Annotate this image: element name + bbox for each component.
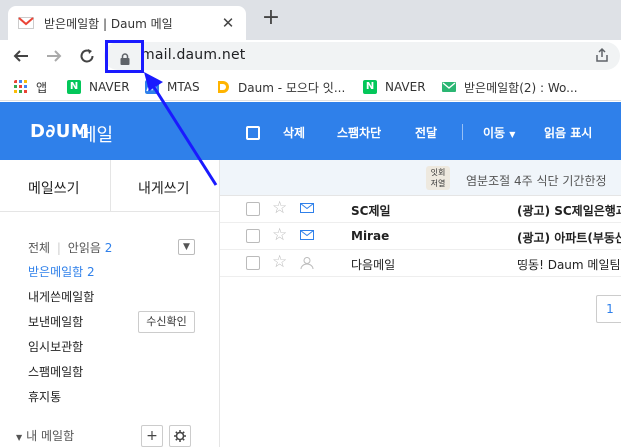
gear-icon: [174, 430, 186, 442]
forward-arrow-icon: [47, 50, 62, 62]
compose-self-button[interactable]: 내게쓰기: [138, 178, 190, 198]
mark-read-button[interactable]: 읽음 표시: [544, 124, 592, 141]
bookmark-inbox[interactable]: 받은메일함(2) : Wo...: [442, 78, 578, 96]
daum-icon: [218, 81, 229, 93]
folder-count: 2: [87, 265, 95, 279]
row-checkbox[interactable]: [246, 256, 260, 270]
browser-toolbar: [0, 40, 621, 72]
read-receipt-button[interactable]: 수신확인: [138, 311, 195, 333]
folder-trash[interactable]: 휴지통: [28, 388, 61, 405]
reload-icon: [80, 49, 94, 63]
naver-icon: N: [67, 80, 81, 94]
tab-strip: 받은메일함 | Daum 메일 ✕ +: [0, 0, 621, 40]
star-icon[interactable]: ☆: [272, 198, 287, 218]
folder-settings-button[interactable]: [169, 425, 191, 447]
folder-drafts[interactable]: 임시보관함: [28, 338, 83, 355]
highlight-box: [105, 40, 144, 73]
chevron-down-icon: ▼: [16, 433, 23, 442]
ad-banner[interactable]: 잇회 저열 염분조절 4주 식단 기간한정: [220, 160, 621, 196]
block-spam-button[interactable]: 스팸차단: [337, 124, 381, 141]
chevron-down-icon[interactable]: ▼: [178, 239, 195, 255]
gmail-envelope-icon: [18, 17, 34, 29]
bookmark-daum[interactable]: Daum - 모으다 잇...: [216, 78, 345, 96]
browser-tab[interactable]: 받은메일함 | Daum 메일 ✕: [8, 6, 246, 40]
person-icon: [300, 257, 314, 269]
bookmark-naver-2[interactable]: N NAVER: [363, 78, 426, 96]
filter-divider: |: [56, 241, 61, 255]
bookmark-label: NAVER: [89, 80, 130, 94]
star-icon[interactable]: ☆: [272, 252, 287, 272]
mail-sender: SC제일: [351, 204, 391, 218]
unread-count: 2: [104, 241, 113, 255]
bookmark-label: Daum - 모으다 잇...: [238, 80, 346, 95]
folder-spam[interactable]: 스팸메일함: [28, 363, 83, 380]
apps-grid-icon: [14, 80, 27, 93]
mail-icon: [442, 82, 456, 92]
filter-unread[interactable]: 안읽음: [68, 241, 101, 255]
tab-title: 받은메일함 | Daum 메일: [44, 16, 173, 31]
bookmark-label: MTAS: [167, 80, 200, 94]
toolbar-divider: [462, 124, 463, 140]
compose-button[interactable]: 메일쓰기: [28, 178, 80, 198]
url-text[interactable]: mail.daum.net: [141, 47, 245, 63]
star-icon[interactable]: ☆: [272, 225, 287, 245]
folder-label: 받은메일함: [28, 265, 84, 279]
new-tab-button[interactable]: +: [260, 6, 282, 32]
move-button[interactable]: 이동 ▼: [483, 124, 515, 141]
mail-logo-text[interactable]: 메일: [80, 121, 113, 147]
mail-subject[interactable]: (광고) SC제일은행과: [517, 202, 621, 219]
mail-list-pane: 잇회 저열 염분조절 4주 식단 기간한정 ☆ SC제일 (광고) SC제일은행…: [220, 160, 621, 447]
unread-envelope-icon: [300, 230, 314, 240]
ad-text[interactable]: 염분조절 4주 식단 기간한정: [466, 172, 607, 189]
unread-envelope-icon: [300, 203, 314, 213]
folder-self-sent[interactable]: 내게쓴메일함: [28, 288, 94, 305]
my-folders-label: 내 메일함: [26, 429, 75, 443]
compose-row: 메일쓰기 내게쓰기: [0, 160, 220, 212]
bookmark-label: 앱: [36, 80, 48, 95]
mail-row[interactable]: ☆ Mirae (광고) 아파트(부동산: [220, 223, 621, 250]
add-folder-button[interactable]: +: [141, 425, 163, 447]
bookmark-naver-1[interactable]: N NAVER: [67, 78, 130, 96]
forward-button[interactable]: [41, 43, 67, 69]
bookmarks-bar: 앱 N NAVER MTAS Daum - 모으다 잇... N NAVER 받…: [0, 73, 621, 101]
select-all-checkbox[interactable]: [246, 126, 260, 140]
compose-divider: [110, 160, 111, 212]
forward-mail-button[interactable]: 전달: [415, 124, 437, 141]
mail-sidebar: 메일쓰기 내게쓰기 전체 | 안읽음 2 ▼ 받은메일함 2 내게쓴메일함 보낸…: [0, 160, 220, 447]
naver-icon: N: [363, 80, 377, 94]
back-button[interactable]: [8, 43, 34, 69]
mail-filter: 전체 | 안읽음 2: [28, 239, 112, 256]
mail-sender: 다음메일: [351, 258, 396, 272]
bookmark-mtas[interactable]: MTAS: [145, 78, 200, 96]
mail-header: D∂UM 메일 삭제 스팸차단 전달 이동 ▼ 읽음 표시: [0, 102, 621, 160]
mail-sender: Mirae: [351, 229, 390, 243]
page-button[interactable]: 1: [596, 295, 621, 323]
bookmark-label: 받은메일함(2) : Wo...: [464, 80, 578, 95]
folder-sent[interactable]: 보낸메일함: [28, 313, 83, 330]
row-checkbox[interactable]: [246, 229, 260, 243]
folder-inbox[interactable]: 받은메일함 2: [28, 263, 95, 280]
mail-subject[interactable]: (광고) 아파트(부동산: [517, 229, 621, 246]
move-label: 이동: [483, 126, 506, 140]
tab-close-icon[interactable]: ✕: [220, 14, 236, 32]
mtas-icon: [145, 80, 159, 94]
mail-row[interactable]: ☆ SC제일 (광고) SC제일은행과: [220, 196, 621, 223]
reload-button[interactable]: [74, 43, 100, 69]
chevron-down-icon: ▼: [509, 130, 516, 139]
mail-row[interactable]: ☆ 다음메일 띵동! Daum 메일팀: [220, 250, 621, 277]
ad-thumbnail: 잇회 저열: [426, 166, 450, 190]
delete-button[interactable]: 삭제: [283, 124, 305, 141]
filter-all[interactable]: 전체: [28, 241, 50, 255]
bookmark-apps[interactable]: 앱: [14, 78, 47, 96]
row-checkbox[interactable]: [246, 202, 260, 216]
back-arrow-icon: [13, 50, 28, 62]
my-folders-toggle[interactable]: ▼ 내 메일함: [16, 427, 74, 444]
share-icon[interactable]: [594, 47, 610, 63]
bookmark-label: NAVER: [385, 80, 426, 94]
mail-subject[interactable]: 띵동! Daum 메일팀: [517, 256, 621, 273]
